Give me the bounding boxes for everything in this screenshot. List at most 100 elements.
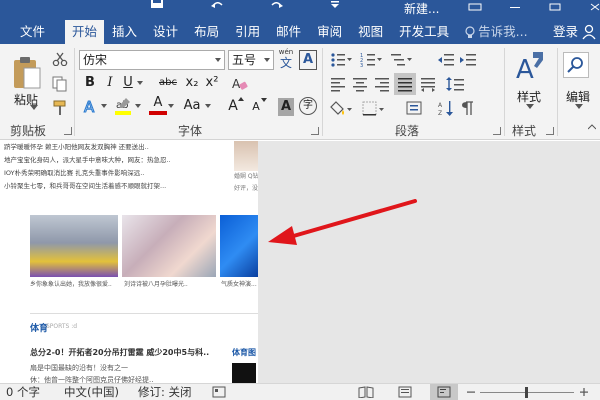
news-line: 小铃聚生七零，和兵哥哥在空间生活着感不顺眼就打架... (4, 182, 167, 190)
strikethrough-button[interactable]: abc (157, 74, 179, 92)
bold-button[interactable]: B (82, 74, 98, 92)
editing-button[interactable] (563, 52, 589, 78)
web-icon (437, 386, 451, 398)
tab-mailings[interactable]: 邮件 (268, 20, 309, 44)
clipboard-icon[interactable] (12, 56, 42, 90)
clipboard-dialog-launcher[interactable] (64, 127, 72, 135)
save-icon[interactable] (150, 0, 166, 10)
news-line: IOY朴秀荣明确取消比赛 扎克头重事件影响深远.. (4, 169, 145, 177)
document-area[interactable]: 跻学暖暖怀孕 赖王小阳他网友发双胸神 还要送出.. 地产宝宝化身码人，派大星手中… (0, 141, 600, 383)
multilevel-list-icon[interactable] (390, 52, 412, 68)
character-shading-button[interactable]: A (278, 98, 294, 116)
tab-developer[interactable]: 开发工具 (391, 20, 457, 44)
show-formatting-marks-icon[interactable] (460, 100, 476, 116)
ribbon-separator (322, 48, 323, 136)
chevron-down-icon[interactable] (137, 81, 143, 85)
superscript-button[interactable]: x² (203, 74, 221, 92)
shading-icon[interactable] (330, 100, 352, 118)
align-right-icon[interactable] (374, 76, 390, 92)
tab-insert[interactable]: 插入 (104, 20, 145, 44)
underline-button[interactable]: U (120, 74, 136, 92)
editing-button-label[interactable]: 编辑 (566, 88, 590, 105)
phonetic-pinyin: wén (278, 48, 294, 56)
sign-in-link[interactable]: 登录 (553, 20, 578, 44)
align-left-icon[interactable] (330, 76, 346, 92)
redo-icon[interactable] (270, 0, 286, 10)
tell-me-box[interactable]: 告诉我... (457, 20, 535, 44)
news-line: 扇是中国最缺的沿有！没有之一 (30, 364, 128, 372)
borders-icon[interactable] (362, 100, 384, 118)
word-count[interactable]: 0 个字 (6, 384, 40, 400)
book-icon[interactable] (358, 386, 374, 398)
zoom-out-icon[interactable] (466, 387, 476, 397)
change-case-button[interactable]: Aa (180, 97, 204, 115)
minimize-icon[interactable] (508, 0, 522, 14)
numbering-icon[interactable]: 123 (360, 52, 382, 68)
paste-dropdown-icon[interactable] (30, 105, 38, 110)
chinese-layout-icon[interactable] (406, 100, 422, 116)
styles-button-label[interactable]: 样式 (517, 88, 541, 105)
copy-icon[interactable] (52, 76, 68, 92)
share-icon[interactable] (581, 24, 597, 40)
tab-home[interactable]: 开始 (65, 20, 105, 44)
clear-formatting-icon[interactable]: A (231, 76, 249, 92)
chevron-down-icon[interactable] (205, 104, 211, 108)
justify-button[interactable] (394, 73, 416, 95)
tab-design[interactable]: 设计 (145, 20, 186, 44)
increase-indent-icon[interactable] (460, 52, 476, 68)
tab-view[interactable]: 视图 (350, 20, 391, 44)
collapse-ribbon-icon[interactable] (588, 124, 596, 130)
phonetic-char: 文 (279, 56, 292, 70)
distributed-icon[interactable] (420, 76, 436, 92)
chevron-down-icon[interactable] (101, 104, 107, 108)
tab-layout[interactable]: 布局 (186, 20, 227, 44)
phonetic-guide-button[interactable]: wén 文 (277, 48, 295, 70)
undo-icon[interactable] (210, 0, 226, 10)
align-justify-icon (398, 78, 412, 92)
red-arrow-icon (268, 199, 417, 245)
page-icon[interactable] (398, 386, 412, 398)
sports-tag: 体育图 (232, 348, 256, 357)
section-subtitle: SPORTS :d (46, 323, 78, 330)
chevron-down-icon[interactable] (575, 104, 583, 109)
side-caption: 好评，没 (234, 185, 258, 192)
enclose-characters-button[interactable]: 字 (299, 97, 317, 115)
chevron-down-icon[interactable] (168, 104, 174, 108)
ribbon-display-options-icon[interactable] (468, 0, 482, 14)
qat-dropdown-icon[interactable] (330, 0, 346, 10)
styles-dialog-launcher[interactable] (546, 127, 554, 135)
format-painter-icon[interactable] (52, 100, 68, 116)
zoom-in-icon[interactable] (579, 387, 589, 397)
tab-review[interactable]: 审阅 (309, 20, 350, 44)
paragraph-dialog-launcher[interactable] (493, 127, 501, 135)
language-indicator[interactable]: 中文(中国) (64, 384, 119, 400)
close-icon[interactable] (588, 0, 600, 14)
sort-icon[interactable]: AZ (438, 100, 454, 116)
track-changes-status[interactable]: 修订: 关闭 (138, 384, 192, 400)
font-color-button[interactable]: A (149, 96, 167, 115)
font-size-box[interactable]: 五号 (228, 50, 274, 70)
font-name-box[interactable]: 仿宋 (79, 50, 225, 70)
subscript-button[interactable]: x₂ (183, 74, 201, 92)
macro-recording-icon[interactable] (212, 386, 226, 398)
ribbon-separator (557, 48, 558, 136)
highlight-color-icon[interactable]: ab (113, 96, 133, 116)
chevron-down-icon[interactable] (526, 104, 534, 109)
decrease-indent-icon[interactable] (438, 52, 454, 68)
chevron-down-icon[interactable] (135, 104, 141, 108)
text-effects-icon[interactable]: A (82, 98, 100, 116)
italic-button[interactable]: I (102, 74, 118, 92)
align-center-icon[interactable] (352, 76, 368, 92)
scissors-icon[interactable] (52, 52, 68, 66)
character-border-button[interactable]: A (299, 50, 317, 70)
tab-file[interactable]: 文件 (0, 20, 65, 44)
document-page[interactable]: 跻学暖暖怀孕 赖王小阳他网友发双胸神 还要送出.. 地产宝宝化身码人，派大星手中… (0, 141, 258, 383)
styles-brush-icon[interactable]: A (515, 50, 545, 86)
web-layout-button[interactable] (430, 384, 458, 400)
bullets-icon[interactable] (330, 52, 352, 68)
font-dialog-launcher[interactable] (311, 127, 319, 135)
line-spacing-icon[interactable] (446, 76, 468, 92)
maximize-icon[interactable] (548, 0, 562, 14)
tab-references[interactable]: 引用 (227, 20, 268, 44)
zoom-slider-thumb[interactable] (525, 387, 528, 398)
